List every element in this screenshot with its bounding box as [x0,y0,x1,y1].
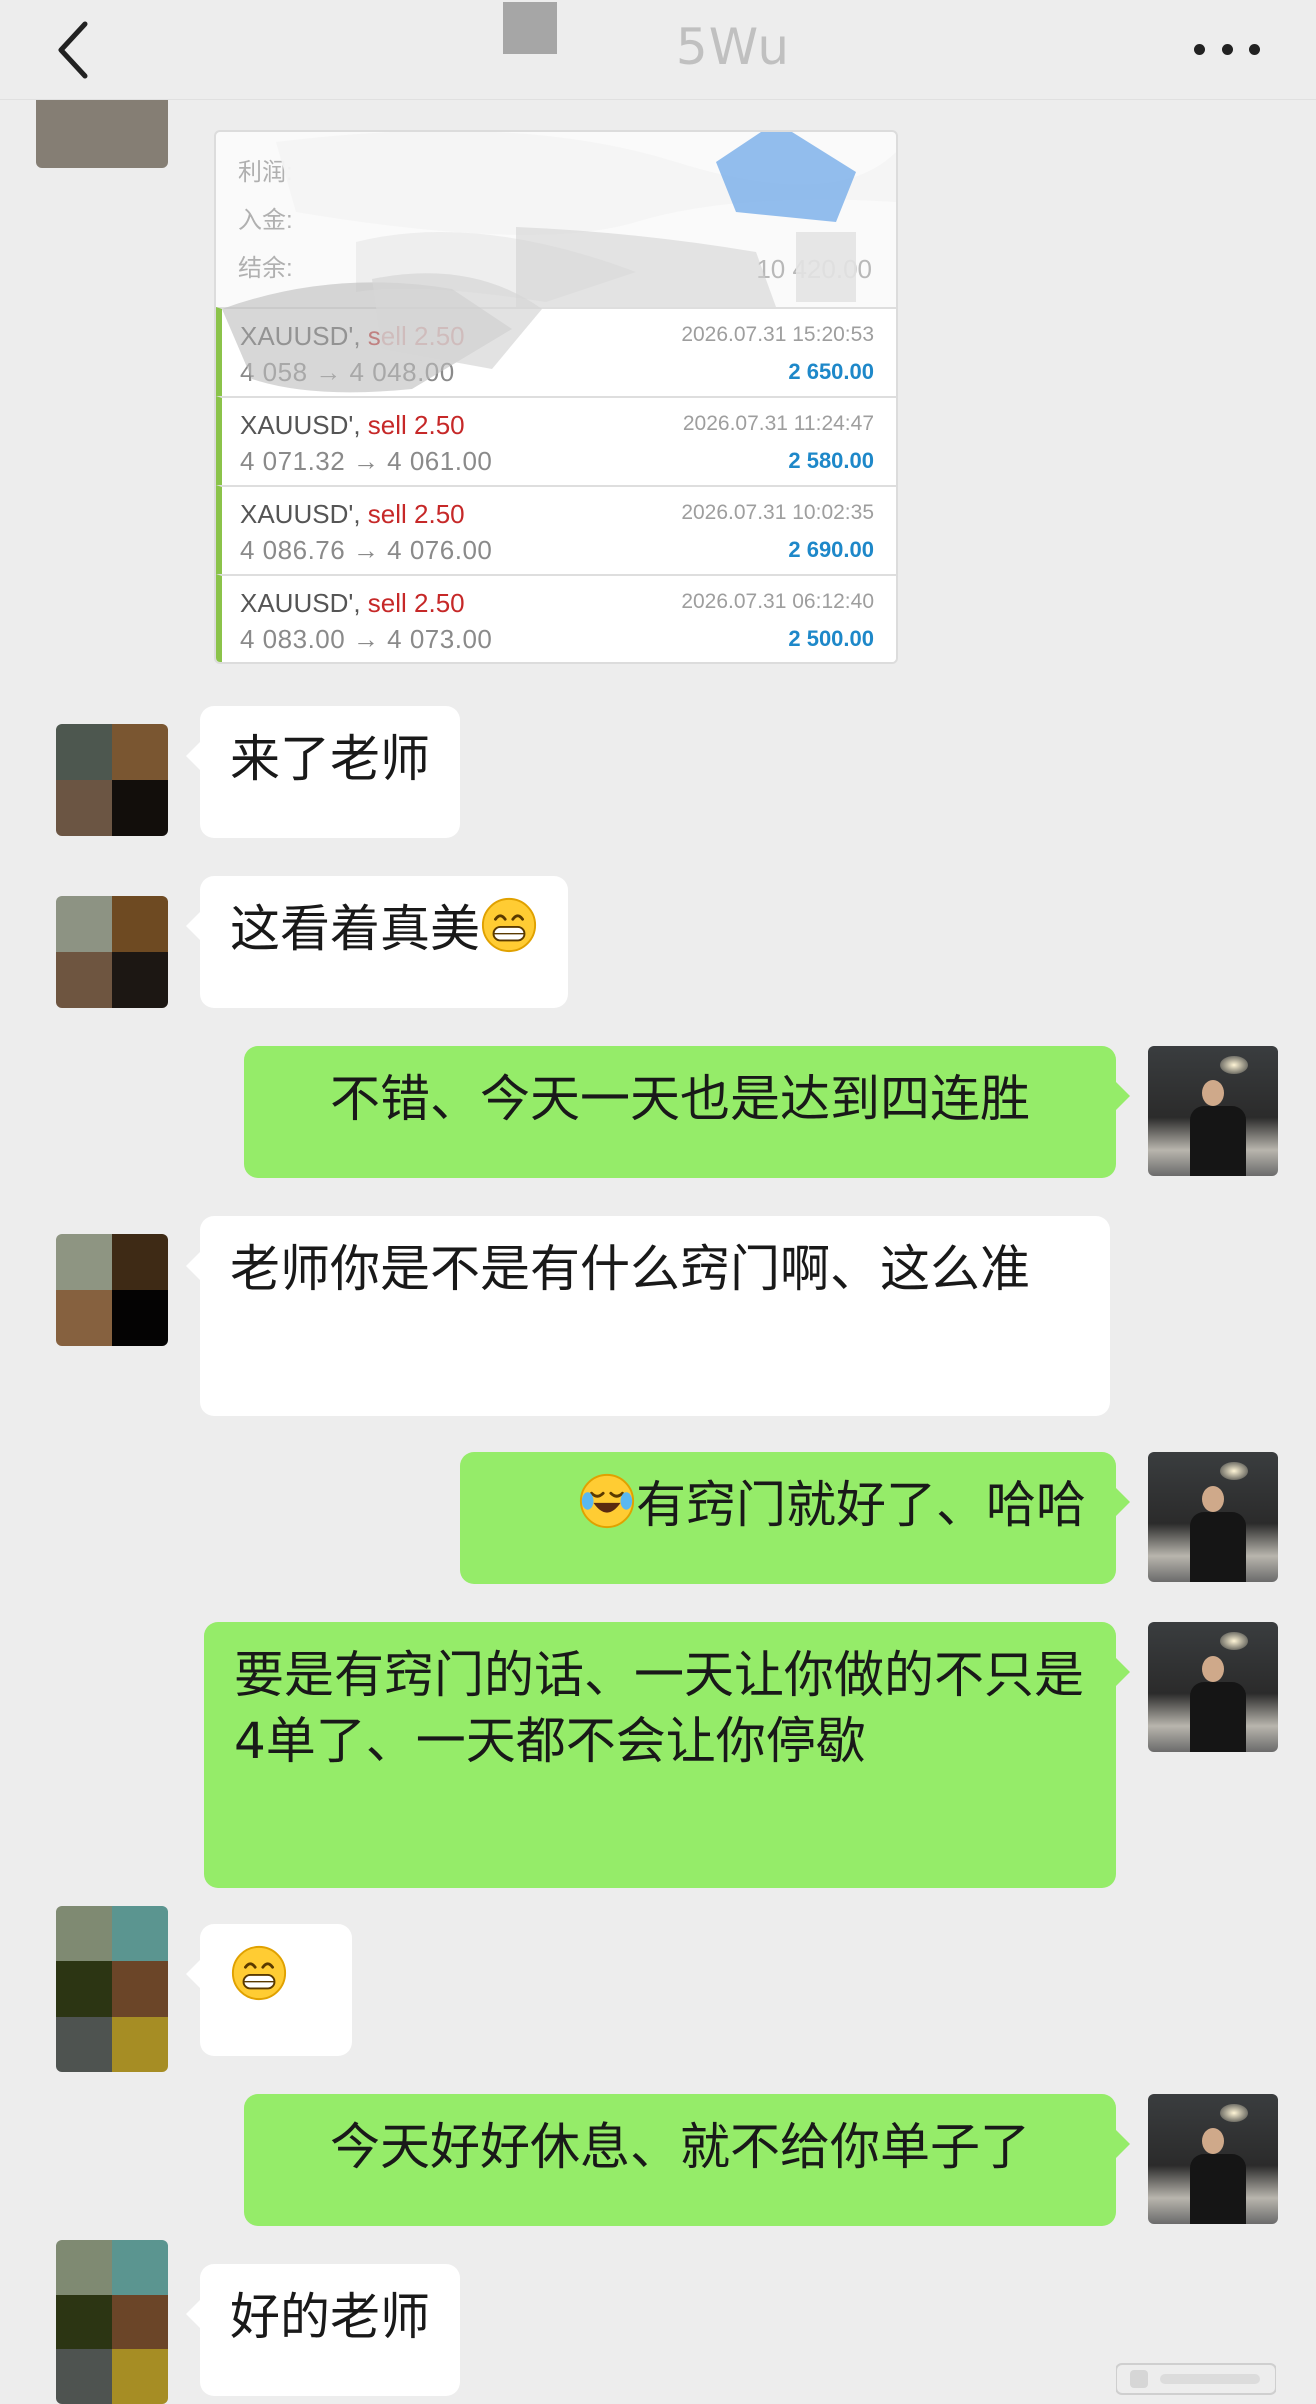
grin-emoji-icon [481,897,537,953]
message-bubble-outgoing[interactable]: 有窍门就好了、哈哈 [460,1452,1130,1584]
more-dots-icon [1194,43,1205,55]
chat-header: 5Wu [0,0,1316,100]
message-bubble-outgoing[interactable]: 不错、今天一天也是达到四连胜 [244,1046,1130,1178]
summary-label-profit: 利润: [238,159,293,186]
avatar[interactable] [56,2240,168,2404]
my-avatar[interactable] [1148,2094,1278,2224]
message-bubble-incoming[interactable]: 老师你是不是有什么窍门啊、这么准 [186,1216,1110,1416]
avatar[interactable] [56,896,168,1008]
summary-balance-value: 10 420.00 [756,254,872,284]
trade-row: XAUUSD', sell 2.50 4 058 → 4 048.00 2026… [216,273,896,396]
message-bubble-incoming[interactable]: 这看着真美 [186,876,568,1008]
message-bubble-incoming[interactable]: 好的老师 [186,2264,460,2396]
trade-row: XAUUSD', sell 2.50 4 071.32 → 4 061.00 2… [216,396,896,485]
message-bubble-incoming[interactable]: 来了老师 [186,706,460,838]
message-bubble-outgoing[interactable]: 要是有窍门的话、一天让你做的不只是4单了、一天都不会让你停歇 [204,1622,1130,1888]
grin-emoji-icon [231,1945,287,2001]
my-avatar[interactable] [1148,1622,1278,1752]
more-button[interactable] [1182,24,1272,74]
summary-label-deposit: 入金: [238,207,293,234]
summary-block: 利润: 入金: 结余: 10 420.00 [216,132,896,307]
avatar[interactable] [56,1906,168,2072]
trade-row: XAUUSD', sell 2.50 4 086.76 → 4 076.00 2… [216,485,896,574]
message-bubble-outgoing[interactable]: 今天好好休息、就不给你单子了 [244,2094,1130,2226]
laugh-cry-emoji-icon [579,1473,635,1529]
trade-history-screenshot[interactable]: 利润: 入金: 结余: 10 420.00 XAUUSD', sell 2.50… [214,130,898,664]
avatar-partial [36,100,168,168]
message-bubble-incoming[interactable] [186,1924,352,2056]
avatar[interactable] [56,724,168,836]
chat-title: 5Wu [675,18,791,76]
my-avatar[interactable] [1148,1452,1278,1582]
trade-row: XAUUSD', sell 2.50 4 083.00 → 4 073.00 2… [216,574,896,662]
watermark-logo [1116,2363,1276,2395]
avatar[interactable] [56,1234,168,1346]
my-avatar[interactable] [1148,1046,1278,1176]
